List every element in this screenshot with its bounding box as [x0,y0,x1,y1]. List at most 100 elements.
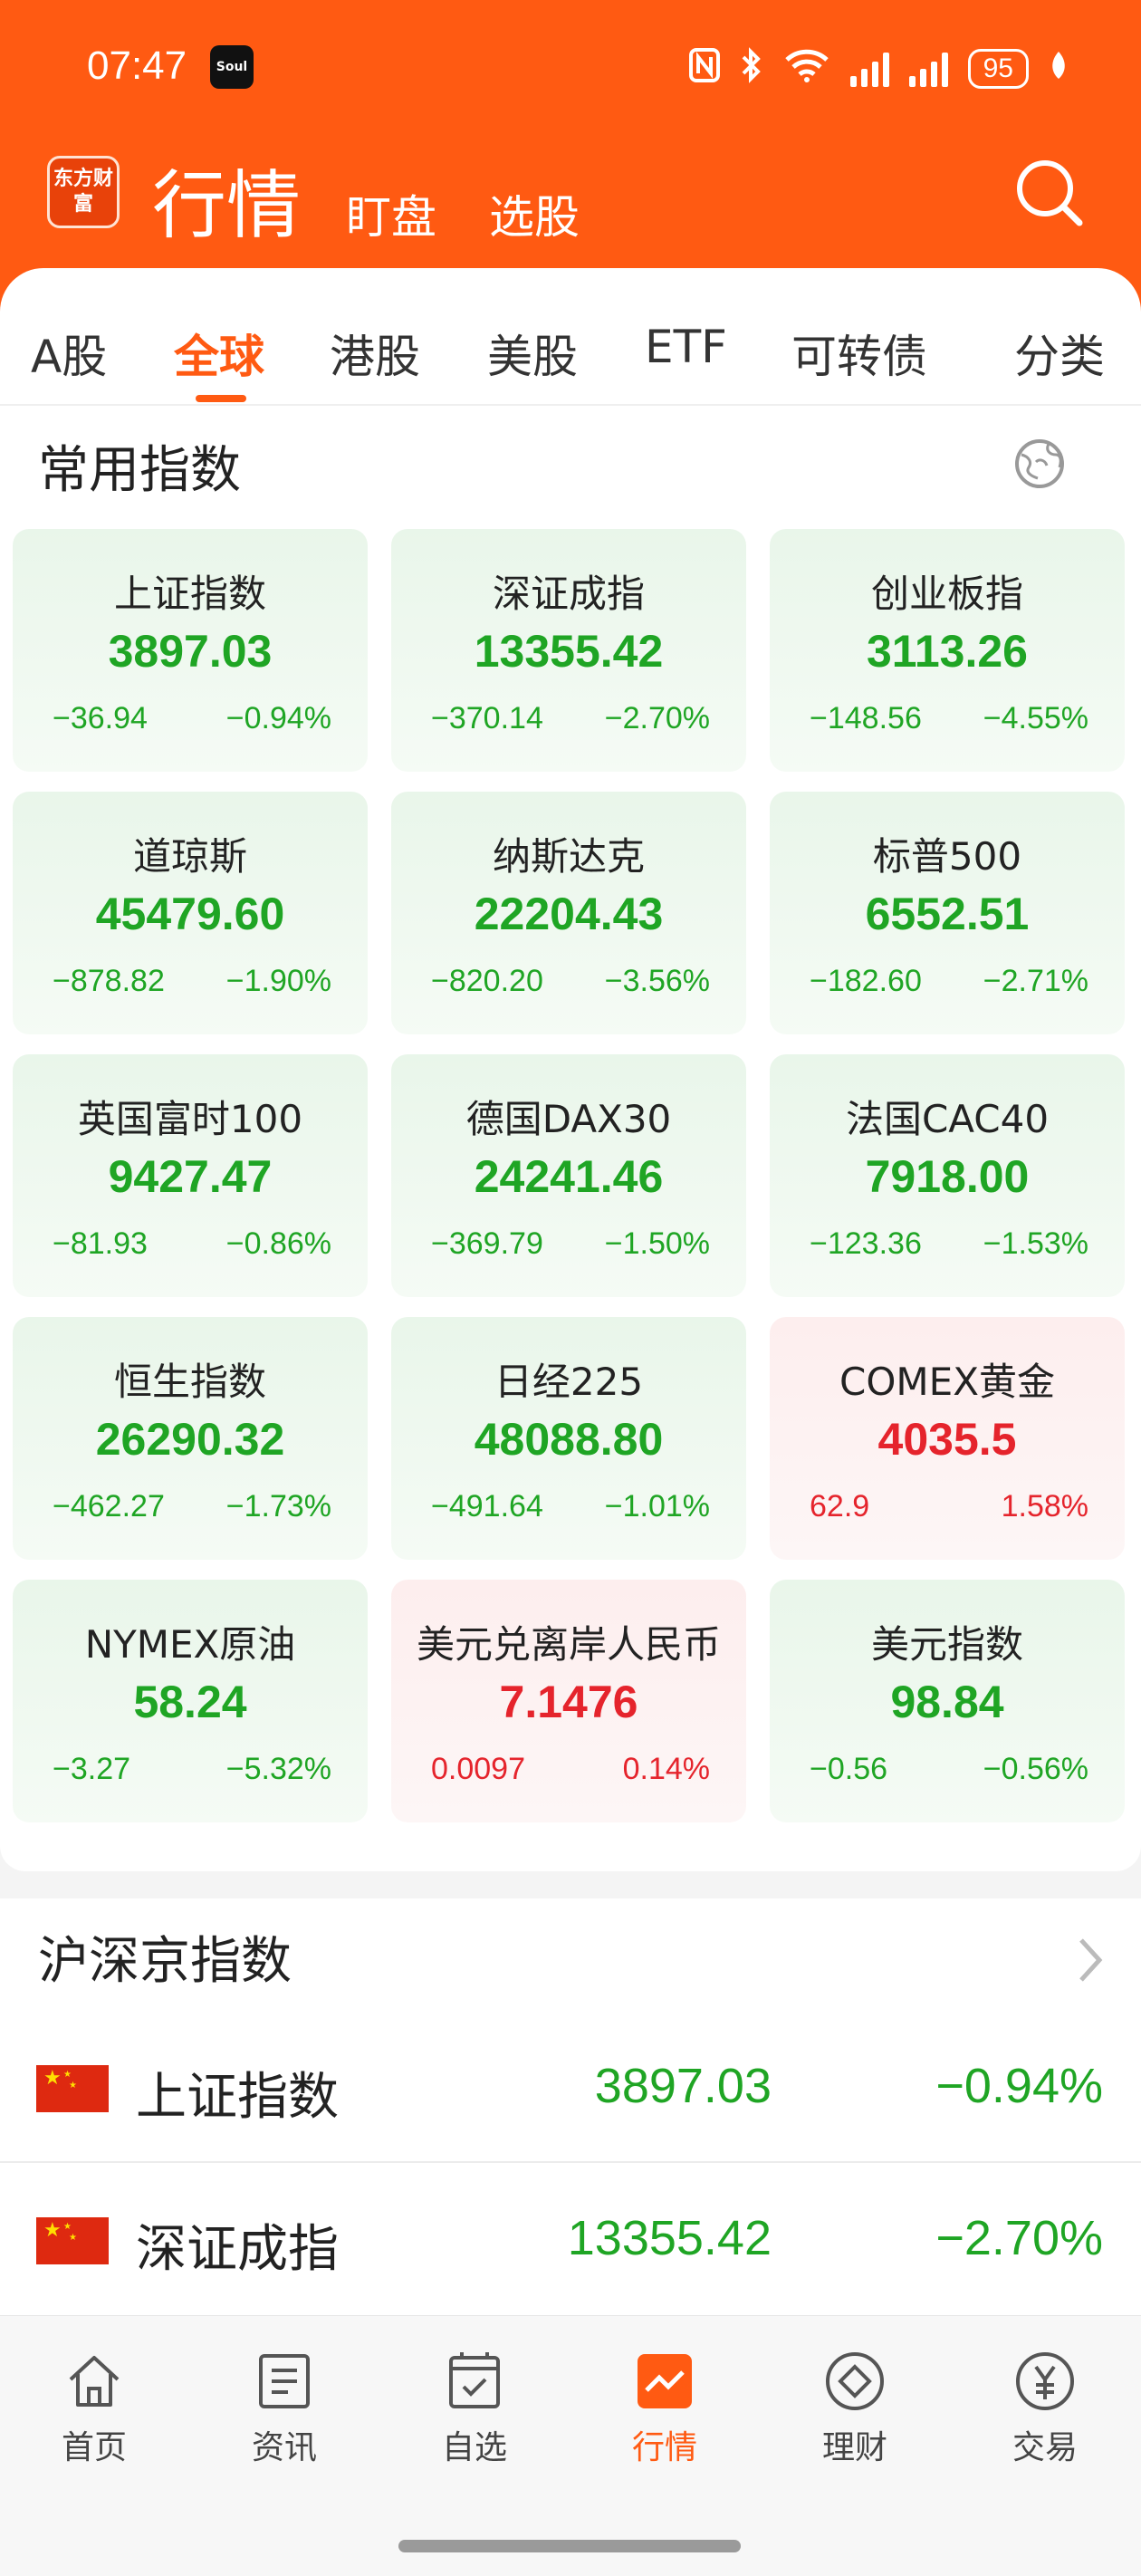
index-card[interactable]: 德国DAX30 24241.46 −369.79 −1.50% [391,1054,746,1297]
index-change: −878.82 [53,964,165,998]
index-card[interactable]: 创业板指 3113.26 −148.56 −4.55% [770,529,1125,772]
index-price: 3113.26 [867,626,1028,677]
china-flag-icon: ★ ★ ★ [36,2065,109,2112]
index-card[interactable]: 英国富时100 9427.47 −81.93 −0.86% [13,1054,368,1297]
index-card[interactable]: NYMEX原油 58.24 −3.27 −5.32% [13,1580,368,1822]
index-pct: −2.71% [983,964,1088,998]
index-price: 13355.42 [474,626,664,677]
index-change: −36.94 [53,701,148,735]
index-price: 58.24 [133,1677,247,1727]
status-bar: 07:47 Soul 95 [0,0,1141,136]
index-card[interactable]: COMEX黄金 4035.5 62.9 1.58% [770,1317,1125,1560]
index-price: 7918.00 [865,1151,1030,1202]
index-pct: −2.70% [604,701,710,735]
section-title-common-indices: 常用指数 [38,441,241,500]
row-index-name: 上证指数 [136,2068,339,2127]
globe-icon[interactable] [1012,437,1067,491]
index-name: 法国CAC40 [845,1097,1050,1141]
index-card[interactable]: 美元兑离岸人民币 7.1476 0.0097 0.14% [391,1580,746,1822]
index-change: −182.60 [810,964,922,998]
tab-category[interactable]: 分类 [1014,321,1105,386]
index-change: −370.14 [431,701,543,735]
nav-home[interactable]: 首页 [22,2349,167,2468]
wifi-icon [783,47,830,91]
bottom-nav: 首页 资讯 自选 行情 理财 交易 [0,2315,1141,2576]
index-card[interactable]: 深证成指 13355.42 −370.14 −2.70% [391,529,746,772]
nav-watch-button[interactable]: 盯盘 [346,181,436,246]
index-change: −0.56 [810,1752,888,1786]
index-change: −3.27 [53,1752,131,1786]
index-name: 深证成指 [492,572,645,616]
nav-label: 交易 [1012,2429,1078,2466]
section-title-shsz-indices[interactable]: 沪深京指数 [38,1920,292,1994]
nav-news[interactable]: 资讯 [212,2349,357,2468]
tab-a-share[interactable]: A股 [31,321,107,386]
index-card[interactable]: 道琼斯 45479.60 −878.82 −1.90% [13,792,368,1034]
trade-icon [1016,2352,1074,2410]
index-pct: 1.58% [1001,1489,1088,1523]
row-index-pct: −0.94% [935,2059,1103,2113]
index-name: 英国富时100 [77,1097,303,1141]
nav-stock-picker-button[interactable]: 选股 [489,181,580,246]
index-name: 美元指数 [870,1622,1023,1667]
row-divider [0,2161,1141,2163]
leaf-icon [1049,50,1069,89]
search-icon[interactable] [1012,156,1087,230]
app-logo: 东方财富 [47,156,120,228]
index-price: 22204.43 [474,889,664,939]
nav-trade[interactable]: 交易 [973,2349,1117,2468]
tab-hk[interactable]: 港股 [330,321,420,386]
nav-market[interactable]: 行情 [592,2349,737,2468]
index-price: 9427.47 [108,1151,273,1202]
index-price: 24241.46 [474,1151,664,1202]
index-card[interactable]: 法国CAC40 7918.00 −123.36 −1.53% [770,1054,1125,1297]
index-pct: −0.94% [225,701,331,735]
index-price: 26290.32 [95,1414,285,1465]
index-change: −369.79 [431,1226,543,1261]
index-card[interactable]: 上证指数 3897.03 −36.94 −0.94% [13,529,368,772]
index-card[interactable]: 恒生指数 26290.32 −462.27 −1.73% [13,1317,368,1560]
index-price: 4035.5 [877,1414,1017,1465]
index-card[interactable]: 纳斯达克 22204.43 −820.20 −3.56% [391,792,746,1034]
index-card[interactable]: 美元指数 98.84 −0.56 −0.56% [770,1580,1125,1822]
index-name: COMEX黄金 [839,1360,1055,1404]
index-price: 3897.03 [108,626,273,677]
tab-global[interactable]: 全球 [174,321,264,386]
nav-label: 首页 [61,2429,127,2466]
index-card[interactable]: 日经225 48088.80 −491.64 −1.01% [391,1317,746,1560]
tab-us[interactable]: 美股 [487,321,578,386]
index-name: NYMEX原油 [84,1622,296,1667]
tab-convertible-bond[interactable]: 可转债 [791,321,927,386]
list-item[interactable]: ★ ★ ★ 上证指数 3897.03 −0.94% [0,2013,1141,2165]
chevron-right-icon[interactable] [1072,1933,1108,1987]
index-change: −462.27 [53,1489,165,1523]
nav-watchlist[interactable]: 自选 [402,2349,547,2468]
index-price: 7.1476 [499,1677,638,1727]
tab-etf[interactable]: ETF [645,321,727,373]
row-index-price: 3897.03 [594,2059,772,2113]
home-indicator [398,2540,741,2552]
index-pct: −3.56% [604,964,710,998]
index-pct: 0.14% [622,1752,710,1786]
list-item[interactable]: ★ ★ ★ 深证成指 13355.42 −2.70% [0,2165,1141,2317]
signal-icon [908,51,948,87]
index-name: 标普500 [872,834,1022,879]
active-tab-indicator [196,395,246,402]
index-name: 恒生指数 [113,1360,266,1404]
index-card[interactable]: 标普500 6552.51 −182.60 −2.71% [770,792,1125,1034]
nfc-icon [688,47,720,91]
row-index-pct: −2.70% [935,2211,1103,2265]
index-pct: −0.86% [225,1226,331,1261]
index-change: −123.36 [810,1226,922,1261]
index-pct: −5.32% [225,1752,331,1786]
row-index-name: 深证成指 [136,2220,339,2279]
nav-label: 自选 [441,2429,507,2466]
index-change: −820.20 [431,964,543,998]
index-name: 上证指数 [113,572,266,616]
nav-wealth[interactable]: 理财 [782,2349,927,2468]
index-pct: −1.50% [604,1226,710,1261]
watchlist-icon [449,2352,500,2408]
index-pct: −4.55% [983,701,1088,735]
index-price: 98.84 [890,1677,1004,1727]
index-name: 德国DAX30 [465,1097,672,1141]
